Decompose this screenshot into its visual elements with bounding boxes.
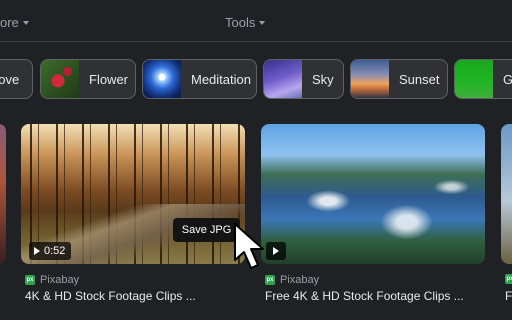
result-source[interactable]: px Pixabay bbox=[265, 274, 319, 286]
chip-love[interactable]: Love bbox=[0, 59, 33, 99]
result-source[interactable]: px Pixabay bbox=[25, 274, 79, 286]
chip-thumbnail bbox=[455, 60, 493, 98]
chip-label: Flower bbox=[89, 71, 129, 87]
result-title[interactable]: Free 4K & HD Stock Footage Clips ... bbox=[265, 289, 464, 303]
pixabay-icon: px bbox=[505, 274, 512, 284]
result-source[interactable]: px bbox=[505, 274, 512, 284]
chip-meditation[interactable]: Meditation bbox=[142, 59, 257, 99]
chip-label: Sky bbox=[312, 71, 334, 87]
chip-label: Meditation bbox=[191, 71, 251, 87]
result-thumbnail-partial[interactable] bbox=[0, 124, 6, 264]
chip-thumbnail bbox=[264, 60, 302, 98]
source-name: Pixabay bbox=[280, 274, 320, 286]
image-search-results: ore Tools Love Flower Meditation Sky Sun… bbox=[0, 0, 512, 320]
result-thumbnail-aerial-lake[interactable] bbox=[261, 124, 485, 264]
chip-label: Love bbox=[0, 71, 20, 87]
pixabay-icon: px bbox=[265, 275, 275, 285]
play-icon bbox=[34, 247, 40, 255]
video-duration: 0:52 bbox=[44, 245, 66, 257]
chip-thumbnail bbox=[351, 60, 389, 98]
result-title[interactable]: F bbox=[505, 289, 512, 303]
play-icon bbox=[273, 247, 279, 255]
pixabay-icon: px bbox=[25, 275, 35, 285]
chip-flower[interactable]: Flower bbox=[40, 59, 136, 99]
tools-menu[interactable]: Tools bbox=[225, 15, 266, 30]
more-menu[interactable]: ore bbox=[0, 15, 29, 30]
result-thumbnail-partial[interactable] bbox=[501, 124, 512, 264]
chip-sky[interactable]: Sky bbox=[263, 59, 344, 99]
pointer-cursor-icon bbox=[234, 223, 264, 269]
more-menu-label: ore bbox=[0, 15, 19, 30]
search-tools-bar: ore Tools bbox=[0, 0, 512, 42]
result-title[interactable]: 4K & HD Stock Footage Clips ... bbox=[25, 289, 196, 303]
chip-label: G bbox=[493, 72, 512, 87]
chip-label: Sunset bbox=[399, 71, 440, 87]
tooltip-label: Save JPG bbox=[181, 224, 232, 236]
source-name: Pixabay bbox=[40, 274, 80, 286]
chip-thumbnail bbox=[143, 60, 181, 98]
chip-sunset[interactable]: Sunset bbox=[350, 59, 448, 99]
video-duration-badge: 0:52 bbox=[29, 242, 72, 260]
save-jpg-tooltip[interactable]: Save JPG bbox=[173, 218, 240, 242]
chevron-down-icon bbox=[22, 21, 29, 25]
chip-green[interactable]: G bbox=[454, 59, 512, 99]
chevron-down-icon bbox=[259, 21, 266, 25]
chip-thumbnail bbox=[41, 60, 79, 98]
tools-menu-label: Tools bbox=[225, 15, 256, 30]
